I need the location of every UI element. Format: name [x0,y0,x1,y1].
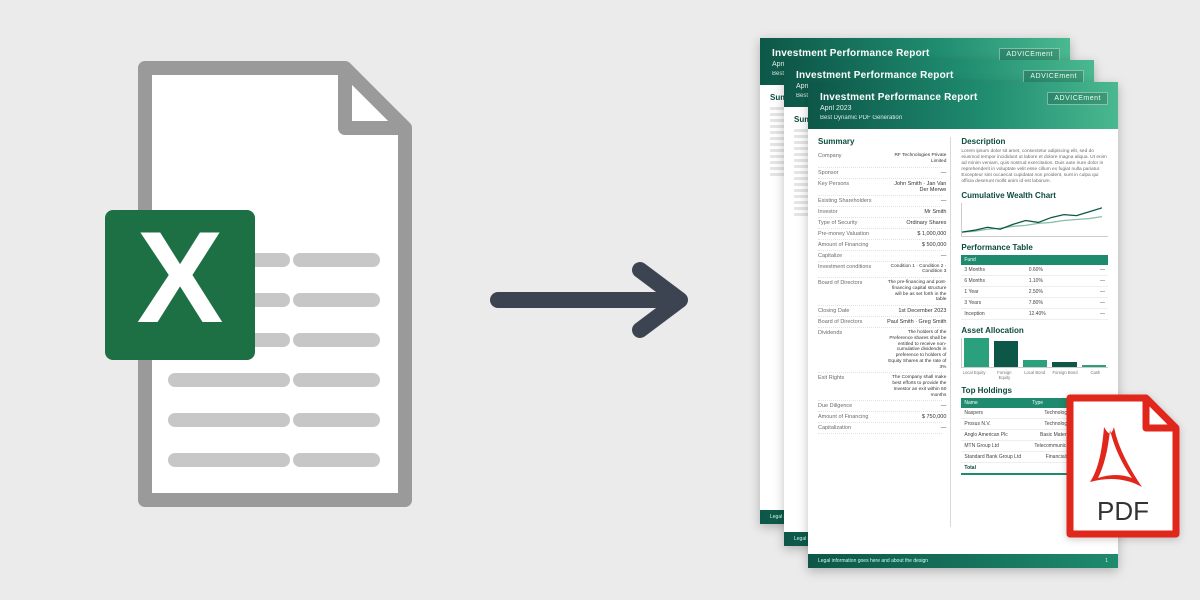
summary-value: Ordinary Shares [884,220,946,226]
summary-row: Pre-money Valuation$ 1,000,000 [818,229,942,240]
pdf-label: PDF [1097,496,1149,526]
summary-key: Pre-money Valuation [818,231,880,237]
summary-row: InvestorMr Smith [818,207,942,218]
summary-row: Board of DirectorsThe pre-financing and … [818,278,942,306]
description-text: Lorem ipsum dolor sit amet, consectetur … [961,149,1108,185]
summary-panel: Summary CompanyRF Technologies Private L… [818,137,951,527]
summary-key: Dividends [818,330,880,370]
table-row: 6 Months1.10%— [961,275,1108,286]
summary-row: Capitalize— [818,251,942,262]
summary-key: Amount of Financing [818,414,880,420]
summary-row: Due Diligence— [818,401,942,412]
alloc-bar [1052,362,1076,367]
summary-value: — [884,253,946,259]
summary-row: Key PersonsJohn Smith · Jan Van Der Merw… [818,179,942,196]
footer-page: 1 [1105,558,1108,564]
summary-row: Board of DirectorsPaul Smith · Greg Smit… [818,317,942,328]
summary-row: Closing Date1st December 2023 [818,306,942,317]
summary-row: Sponsor— [818,168,942,179]
summary-row: Capitalization— [818,423,942,434]
asset-allocation-block: Asset Allocation Local Equity Foreign Equ… [961,326,1108,380]
alloc-bar [994,341,1018,367]
summary-row: CompanyRF Technologies Private Limited [818,151,942,168]
summary-value: The Company shall make best efforts to p… [884,375,946,398]
summary-key: Existing Shareholders [818,198,880,204]
summary-key: Sponsor [818,170,880,176]
summary-value: $ 500,000 [884,242,946,248]
summary-key: Closing Date [818,308,880,314]
summary-value: $ 1,000,000 [884,231,946,237]
summary-value: $ 750,000 [884,414,946,420]
summary-value: The holders of the Preference shares sha… [884,330,946,370]
summary-value: 1st December 2023 [884,308,946,314]
alloc-bar [1023,360,1047,367]
alloc-label: Cash [1083,370,1108,380]
summary-key: Board of Directors [818,280,880,303]
footer-left: Legal information goes here and about th… [818,558,928,564]
perf-table-heading: Performance Table [961,243,1108,252]
perf-th [1026,255,1082,265]
summary-value: The pre-financing and post-financing cap… [884,280,946,303]
excel-file-icon: X [105,60,425,520]
summary-value: — [884,425,946,431]
summary-key: Exit Rights [818,375,880,398]
alloc-label: Local Equity [961,370,986,380]
summary-value: RF Technologies Private Limited [884,153,946,165]
summary-row: Exit RightsThe Company shall make best e… [818,373,942,401]
summary-value: Condition 1 · Condition 2 · Condition 3 [884,264,946,276]
summary-heading: Summary [818,137,942,146]
description-block: Description Lorem ipsum dolor sit amet, … [961,137,1108,185]
summary-row: Existing Shareholders— [818,196,942,207]
right-arrow-icon [490,260,700,340]
summary-key: Capitalization [818,425,880,431]
perf-th: Fund [961,255,1025,265]
excel-letter: X [137,204,224,350]
summary-row: Type of SecurityOrdinary Shares [818,218,942,229]
summary-value: — [884,403,946,409]
table-row: 3 Months0.60%— [961,265,1108,276]
summary-value: — [884,170,946,176]
performance-table: Fund3 Months0.60%—6 Months1.10%—1 Year2.… [961,255,1108,320]
summary-key: Investment conditions [818,264,880,276]
description-heading: Description [961,137,1108,146]
alloc-label: Foreign Bond [1052,370,1077,380]
alloc-bar [1082,365,1106,367]
table-row: 3 Years7.80%— [961,297,1108,308]
pdf-report-stack: Investment Performance Report April 2023… [760,38,1180,578]
summary-key: Company [818,153,880,165]
summary-row: DividendsThe holders of the Preference s… [818,328,942,373]
summary-key: Type of Security [818,220,880,226]
summary-key: Board of Directors [818,319,880,325]
summary-key: Amount of Financing [818,242,880,248]
summary-key: Key Persons [818,181,880,193]
cumulative-wealth-chart: Cumulative Wealth Chart [961,191,1108,237]
pdf-file-icon: PDF [1056,392,1186,542]
summary-key: Due Diligence [818,403,880,409]
summary-value: John Smith · Jan Van Der Merwe [884,181,946,193]
table-row: 1 Year2.50%— [961,286,1108,297]
report-subtitle: April 2023 [820,105,1106,112]
summary-row: Investment conditionsCondition 1 · Condi… [818,262,942,279]
brand-logo: ADVICEment [1047,92,1108,105]
summary-value: — [884,198,946,204]
alloc-label: Local Bond [1022,370,1047,380]
summary-key: Capitalize [818,253,880,259]
report-tagline: Best Dynamic PDF Generation [820,115,1106,121]
alloc-label: Foreign Equity [992,370,1017,380]
asset-alloc-heading: Asset Allocation [961,326,1108,335]
table-row: Inception12.40%— [961,308,1108,319]
summary-value: Paul Smith · Greg Smith [884,319,946,325]
summary-row: Amount of Financing$ 500,000 [818,240,942,251]
performance-table-block: Performance Table Fund3 Months0.60%—6 Mo… [961,243,1108,320]
cum-wealth-heading: Cumulative Wealth Chart [961,191,1108,200]
perf-th [1081,255,1108,265]
alloc-bar [964,338,988,367]
summary-row: Amount of Financing$ 750,000 [818,412,942,423]
summary-key: Investor [818,209,880,215]
holdings-th: Name [961,398,1029,408]
summary-value: Mr Smith [884,209,946,215]
